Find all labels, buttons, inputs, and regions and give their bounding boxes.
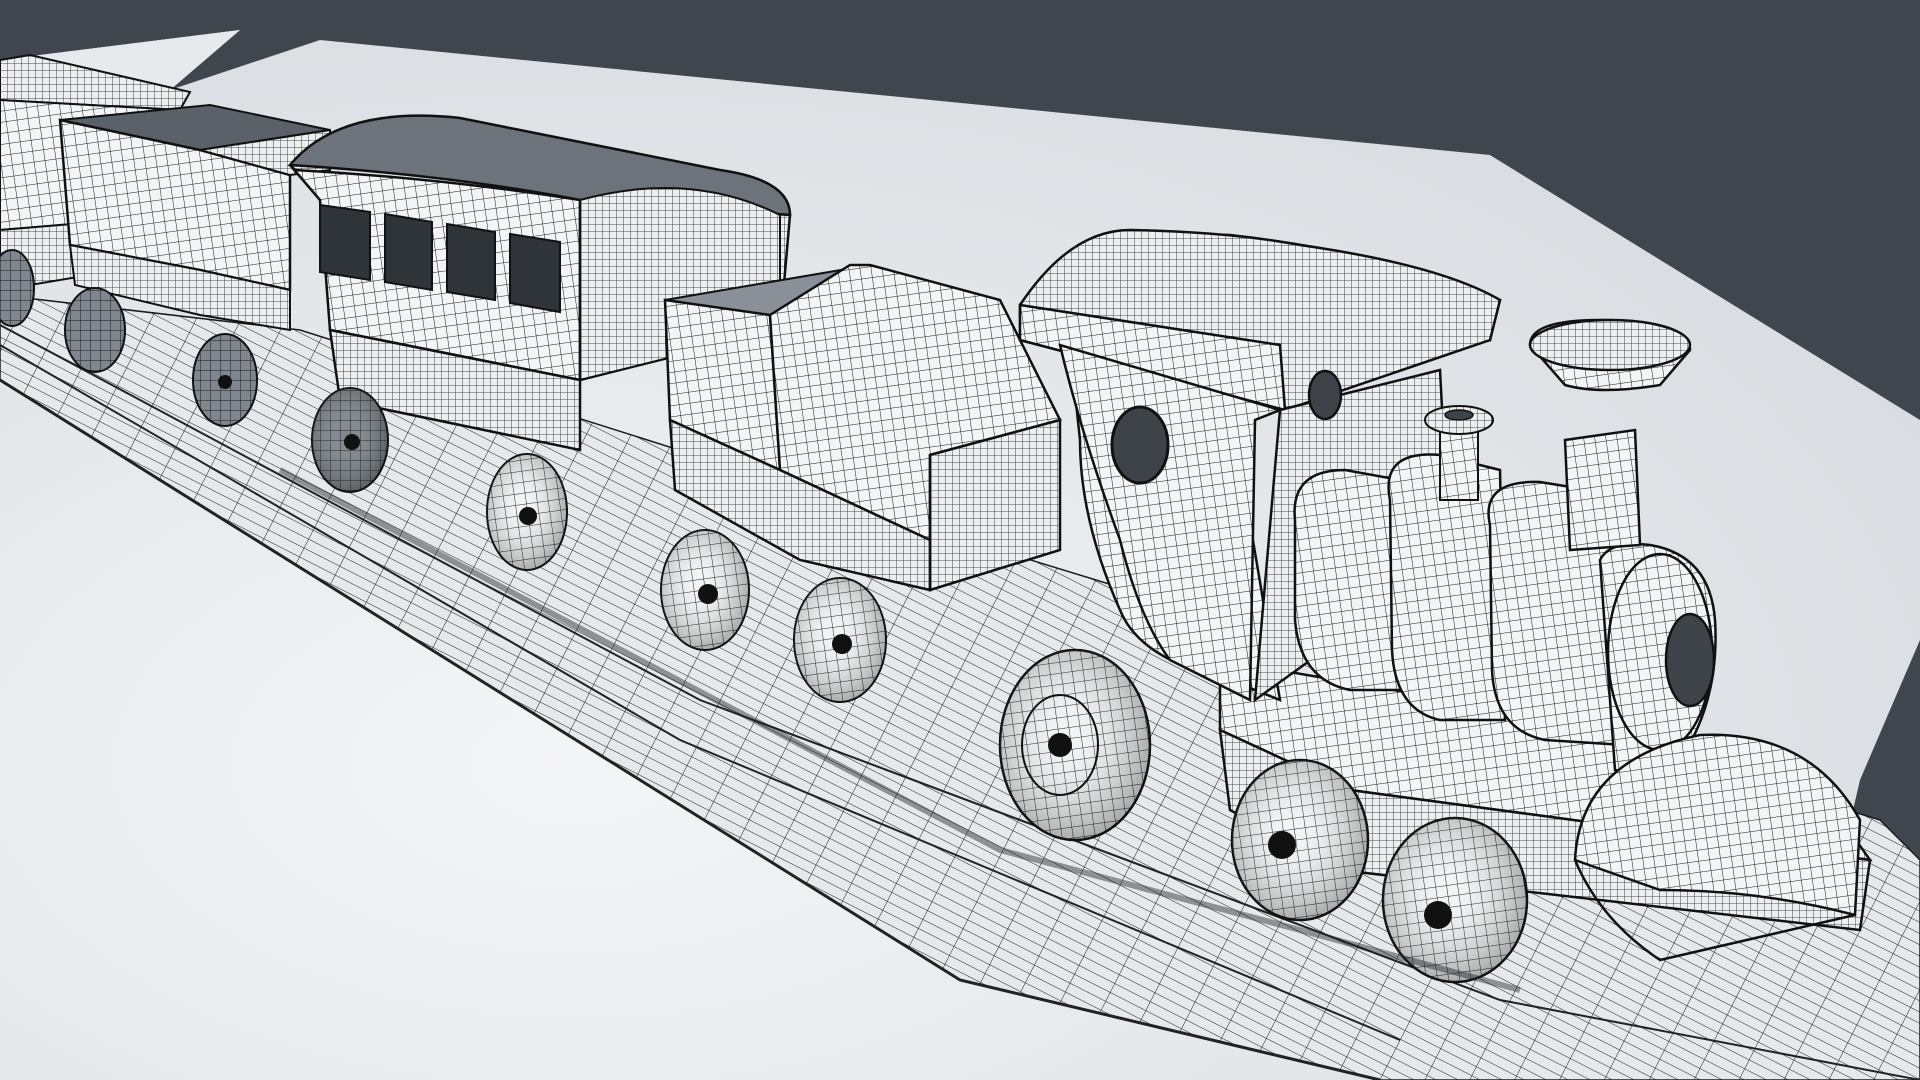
tender-wheel — [793, 577, 887, 703]
loco-front-wheel-large — [998, 648, 1152, 842]
cab-window-porthole — [1307, 369, 1343, 421]
loco-wheel — [1230, 758, 1370, 922]
cab-window-porthole — [1110, 405, 1170, 485]
tender-wheel — [660, 529, 750, 651]
boiler-front-cap — [1664, 612, 1716, 708]
render-viewport — [0, 0, 1920, 1080]
coach-wheel — [486, 453, 568, 571]
train-render — [0, 0, 1920, 1080]
coach-wheel — [311, 387, 389, 493]
